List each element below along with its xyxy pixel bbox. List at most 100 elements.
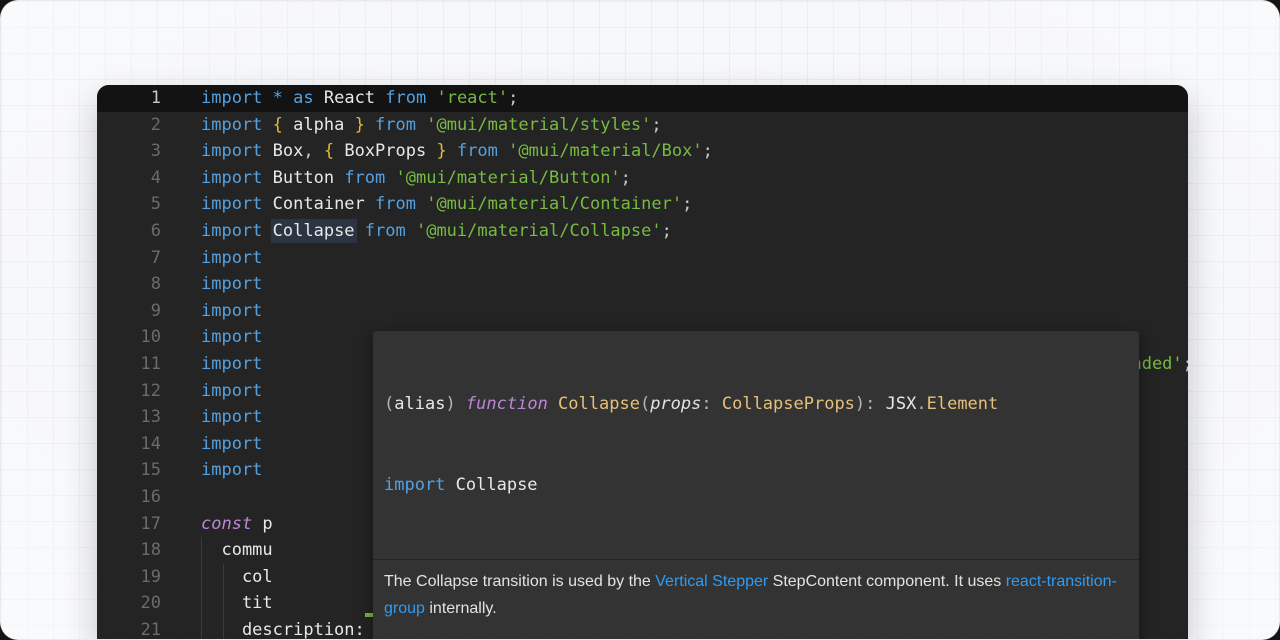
line-content: import { alpha } from '@mui/material/sty…: [161, 112, 1188, 139]
code-token: ;: [662, 221, 672, 241]
code-token: ;: [703, 141, 713, 161]
code-token: Collapse: [456, 475, 538, 495]
indent-guide-line: [201, 564, 202, 591]
code-token: alpha: [293, 115, 354, 135]
code-line[interactable]: 6 import Collapse from '@mui/material/Col…: [97, 218, 1188, 245]
code-token: import: [201, 301, 262, 321]
line-number[interactable]: 15: [97, 457, 161, 484]
code-token: Container: [273, 194, 375, 214]
line-number[interactable]: 13: [97, 404, 161, 431]
hover-signature: (alias) function Collapse(props: Collaps…: [373, 331, 1139, 559]
code-token: import: [201, 168, 273, 188]
line-number[interactable]: 5: [97, 191, 161, 218]
indent-guide-line: [201, 590, 202, 617]
code-token: '@mui/material/Button': [396, 168, 621, 188]
code-token: *: [273, 88, 293, 108]
code-token: import: [201, 434, 262, 454]
code-line[interactable]: 2import { alpha } from '@mui/material/st…: [97, 112, 1188, 139]
code-token: Collapse: [558, 394, 640, 414]
line-number[interactable]: 21: [97, 617, 161, 640]
line-number[interactable]: 3: [97, 138, 161, 165]
code-token: description:: [201, 620, 365, 640]
code-token: commu: [201, 540, 273, 560]
code-token: import: [201, 460, 262, 480]
code-token: from: [355, 221, 416, 241]
code-token: const: [201, 514, 262, 534]
signature-line: (alias) function Collapse(props: Collaps…: [384, 391, 1128, 418]
code-token: The Collapse transition is used by the: [384, 573, 655, 590]
code-token: {: [273, 115, 293, 135]
code-token: :: [701, 394, 721, 414]
code-token: import: [201, 274, 262, 294]
line-content: import Box, { BoxProps } from '@mui/mate…: [161, 138, 1188, 165]
code-token: function: [466, 394, 558, 414]
demos-label: Demos:: [384, 633, 1128, 640]
hover-tooltip: (alias) function Collapse(props: Collaps…: [373, 331, 1139, 640]
line-number[interactable]: 8: [97, 271, 161, 298]
code-token: }: [355, 115, 375, 135]
vertical-stepper-link[interactable]: Vertical Stepper: [655, 573, 768, 590]
code-token: import: [201, 221, 273, 241]
code-line[interactable]: 4 import Button from '@mui/material/Butto…: [97, 165, 1188, 192]
code-token: '@mui/material/Collapse': [416, 221, 662, 241]
code-token: ;: [651, 115, 661, 135]
code-line[interactable]: 7import: [97, 245, 1188, 272]
line-number[interactable]: 2: [97, 112, 161, 139]
code-token: import: [384, 475, 456, 495]
code-token: from: [375, 194, 426, 214]
code-token: import: [201, 407, 262, 427]
hover-docs: The Collapse transition is used by the V…: [373, 560, 1139, 640]
code-token: ;: [508, 88, 518, 108]
code-token: import: [201, 354, 262, 374]
code-token: CollapseProps: [722, 394, 855, 414]
code-token: import: [201, 88, 273, 108]
code-token: from: [375, 115, 426, 135]
code-token: from: [344, 168, 395, 188]
line-number[interactable]: 17: [97, 511, 161, 538]
code-token: internally.: [425, 600, 497, 617]
line-number[interactable]: 6: [97, 218, 161, 245]
line-number[interactable]: 20: [97, 590, 161, 617]
line-number[interactable]: 4: [97, 165, 161, 192]
line-number[interactable]: 12: [97, 378, 161, 405]
line-number[interactable]: 9: [97, 298, 161, 325]
highlighted-symbol: Collapse: [273, 221, 355, 241]
code-token: {: [324, 141, 344, 161]
code-line[interactable]: 9 import: [97, 298, 1188, 325]
signature-import-line: import Collapse: [384, 472, 1128, 499]
line-number[interactable]: 7: [97, 245, 161, 272]
code-token: '@mui/material/Box': [508, 141, 702, 161]
code-token: from: [385, 88, 436, 108]
code-token: import: [201, 115, 273, 135]
code-line[interactable]: 3import Box, { BoxProps } from '@mui/mat…: [97, 138, 1188, 165]
code-token: col: [201, 567, 273, 587]
code-line[interactable]: 8 import: [97, 271, 1188, 298]
code-line[interactable]: 5import Container from '@mui/material/Co…: [97, 191, 1188, 218]
code-token: Button: [273, 168, 345, 188]
line-number[interactable]: 16: [97, 484, 161, 511]
line-number[interactable]: 11: [97, 351, 161, 378]
line-content: import: [161, 298, 1188, 325]
code-token: ):: [855, 394, 886, 414]
line-number[interactable]: 14: [97, 431, 161, 458]
line-number[interactable]: 1: [97, 85, 161, 112]
code-token: JSX: [886, 394, 917, 414]
line-number[interactable]: 10: [97, 324, 161, 351]
code-token: React: [324, 88, 385, 108]
code-line[interactable]: 1import * as React from 'react';: [97, 85, 1188, 112]
code-token: tit: [201, 593, 273, 613]
code-token: .: [916, 394, 926, 414]
line-number[interactable]: 18: [97, 537, 161, 564]
code-token: '@mui/material/styles': [426, 115, 651, 135]
indent-guide-line: [223, 617, 224, 640]
indent-guide-line: [223, 564, 224, 591]
code-token: ): [445, 394, 465, 414]
line-number[interactable]: 19: [97, 564, 161, 591]
code-token: ;: [621, 168, 631, 188]
code-token: StepContent component. It uses: [768, 573, 1005, 590]
code-token: BoxProps: [344, 141, 436, 161]
page-background: 1import * as React from 'react';2import …: [0, 0, 1280, 640]
line-content: import: [161, 271, 1188, 298]
code-token: import: [201, 194, 273, 214]
code-token: p: [262, 514, 272, 534]
